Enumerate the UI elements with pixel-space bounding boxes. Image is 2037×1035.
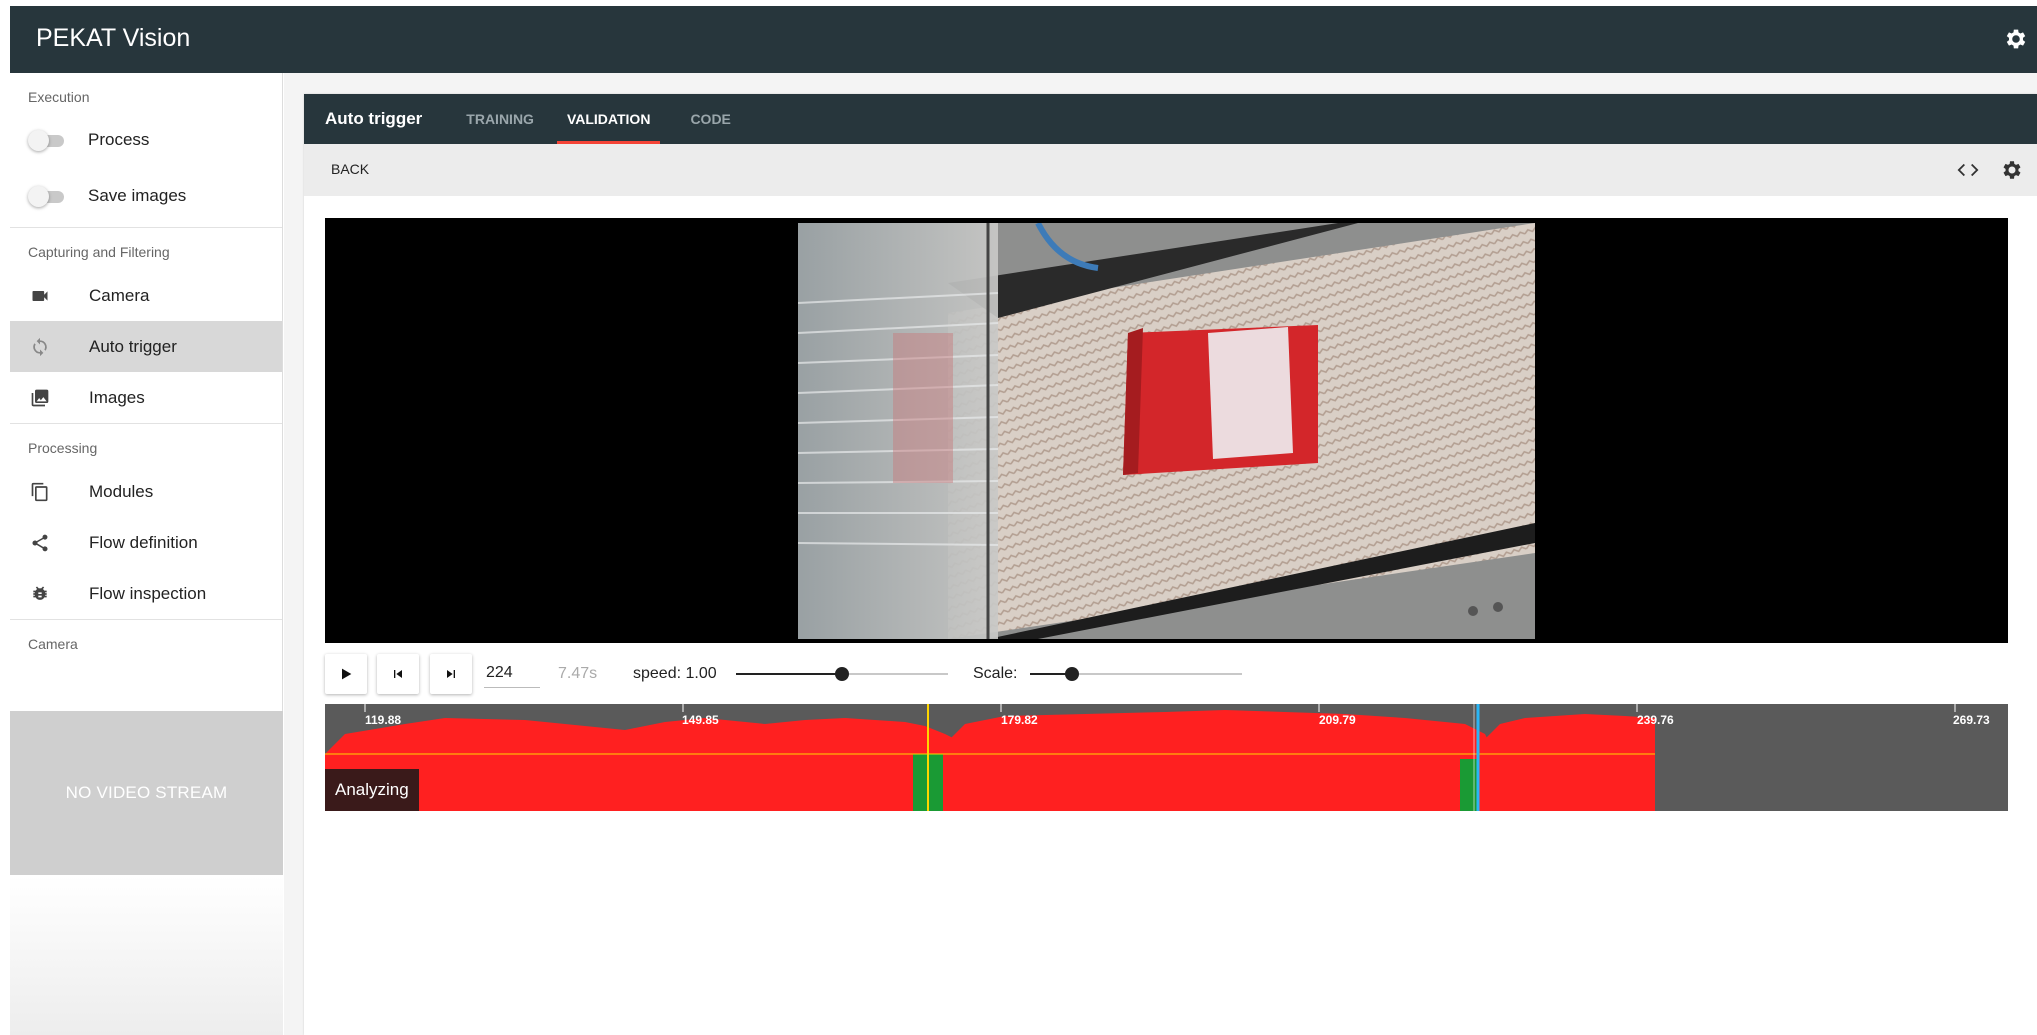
conveyor-frame-image	[798, 223, 1535, 639]
auto-trigger-card: Auto trigger TRAINING VALIDATION CODE BA…	[304, 94, 2037, 1035]
scale-label: Scale:	[973, 665, 1018, 682]
sidebar: Execution Process Save images Capturing …	[10, 73, 283, 1035]
settings-gear-icon[interactable]	[2003, 26, 2029, 52]
tick-label: 119.88	[365, 713, 402, 727]
camera-preview: NO VIDEO STREAM	[10, 711, 283, 875]
back-button[interactable]: BACK	[331, 161, 369, 177]
tick-label: 269.73	[1953, 713, 1990, 727]
sidebar-item-label: Flow definition	[89, 532, 198, 552]
next-frame-button[interactable]	[430, 654, 472, 694]
detection-timeline[interactable]: 119.88 149.85 179.82 209.79 239.76 269.7…	[325, 704, 2008, 811]
tick-label: 239.76	[1637, 713, 1674, 727]
speed-label: speed: 1.00	[633, 665, 717, 682]
no-video-label: NO VIDEO STREAM	[65, 783, 228, 802]
anomaly-area	[1480, 714, 1655, 811]
app-title: PEKAT Vision	[36, 24, 191, 52]
bug-icon	[30, 584, 50, 604]
sidebar-item-flow-definition[interactable]: Flow definition	[10, 517, 282, 568]
sidebar-section-execution: Execution	[28, 89, 90, 105]
scale-slider-knob[interactable]	[1065, 667, 1079, 681]
frame-number-input[interactable]: 224	[484, 658, 540, 688]
process-toggle[interactable]	[28, 130, 68, 151]
sidebar-item-flow-inspection[interactable]: Flow inspection	[10, 568, 282, 619]
ok-segment	[1460, 759, 1478, 811]
panel-title: Auto trigger	[325, 109, 423, 128]
code-icon[interactable]	[1956, 159, 1980, 181]
anomaly-area	[325, 718, 981, 811]
sidebar-item-label: Save images	[88, 186, 187, 205]
sidebar-item-process[interactable]: Process	[10, 115, 282, 165]
app-bar: PEKAT Vision	[10, 6, 2037, 73]
share-icon	[30, 533, 50, 553]
skip-next-icon	[447, 670, 455, 678]
sidebar-fade	[10, 875, 283, 1035]
sidebar-item-label: Auto trigger	[89, 336, 177, 356]
scale-slider[interactable]	[1030, 667, 1242, 681]
sidebar-section-camera: Camera	[28, 636, 78, 652]
tab-validation[interactable]: VALIDATION	[556, 94, 661, 144]
tab-training[interactable]: TRAINING	[456, 94, 544, 144]
main-content: Auto trigger TRAINING VALIDATION CODE BA…	[284, 73, 2037, 1035]
settings-icon[interactable]	[2000, 158, 2024, 182]
skip-previous-icon	[394, 670, 402, 678]
sidebar-item-camera[interactable]: Camera	[10, 270, 282, 321]
sidebar-item-label: Modules	[89, 481, 154, 501]
tick-label: 179.82	[1001, 713, 1038, 727]
save-images-toggle[interactable]	[28, 186, 68, 207]
sidebar-item-images[interactable]: Images	[10, 372, 282, 423]
tab-code[interactable]: CODE	[680, 94, 740, 144]
photo-library-icon	[30, 388, 50, 408]
sidebar-item-modules[interactable]: Modules	[10, 466, 282, 517]
time-readout: 7.47s	[558, 665, 598, 682]
sidebar-item-label: Camera	[89, 285, 150, 305]
tick-label: 149.85	[682, 713, 719, 727]
player-controls: 224 7.47s speed: 1.00 Scale:	[325, 652, 2008, 698]
toolbar: BACK	[304, 144, 2037, 196]
app-window: PEKAT Vision Execution Process Save imag…	[10, 6, 2037, 1035]
speed-slider-knob[interactable]	[835, 667, 849, 681]
sidebar-item-auto-trigger[interactable]: Auto trigger	[10, 321, 282, 372]
play-icon	[342, 668, 352, 680]
videocam-icon	[30, 286, 50, 306]
timeline-graph	[325, 704, 1956, 811]
tab-bar: Auto trigger TRAINING VALIDATION CODE	[304, 94, 2037, 144]
copy-icon	[30, 482, 50, 502]
sidebar-item-label: Images	[89, 387, 145, 407]
analyzing-status: Analyzing	[325, 769, 419, 811]
play-button[interactable]	[325, 654, 367, 694]
sidebar-section-processing: Processing	[28, 440, 98, 456]
speed-slider[interactable]	[736, 667, 948, 681]
video-viewport	[325, 218, 2008, 643]
sidebar-item-save-images[interactable]: Save images	[10, 165, 282, 227]
tick-label: 209.79	[1319, 713, 1356, 727]
sidebar-item-label: Flow inspection	[89, 583, 207, 603]
sidebar-section-capturing: Capturing and Filtering	[28, 244, 170, 260]
sidebar-item-label: Process	[88, 130, 150, 149]
sync-icon	[30, 337, 50, 357]
previous-frame-button[interactable]	[377, 654, 419, 694]
